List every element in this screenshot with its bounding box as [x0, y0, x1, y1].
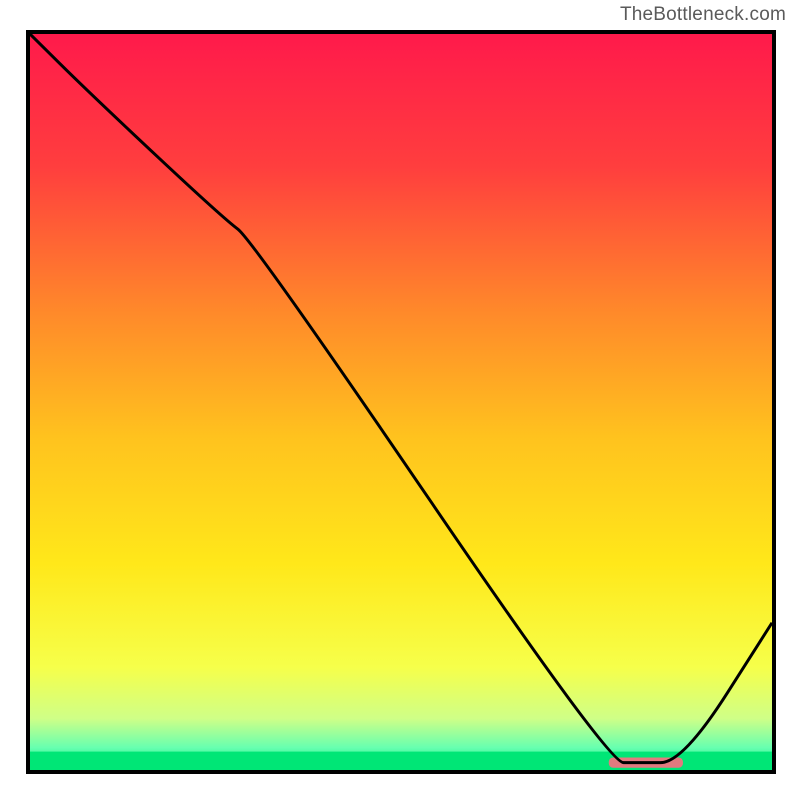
- gradient-background: [30, 34, 772, 770]
- plot-area: [26, 30, 776, 774]
- chart-frame: TheBottleneck.com: [0, 0, 800, 800]
- attribution-label: TheBottleneck.com: [620, 4, 786, 26]
- plot-surface: [30, 34, 772, 770]
- plot-inner: [30, 34, 772, 770]
